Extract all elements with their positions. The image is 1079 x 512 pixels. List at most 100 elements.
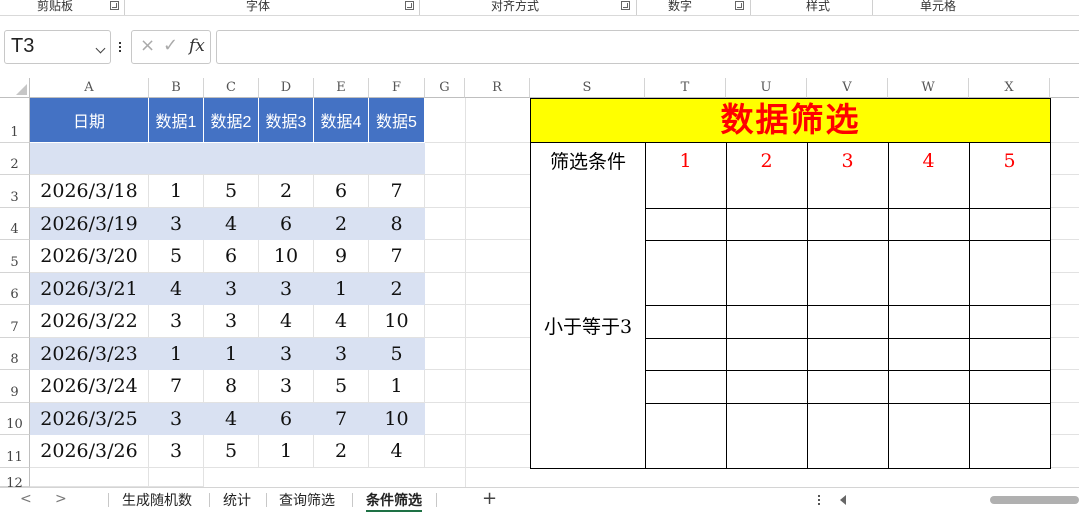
tab-statistics[interactable]: 统计	[223, 491, 251, 512]
chevron-down-icon[interactable]	[95, 43, 106, 54]
row-header-4[interactable]: 4	[0, 208, 30, 240]
cell-data4[interactable]: 7	[314, 403, 369, 435]
cell-data2[interactable]: 8	[204, 370, 259, 403]
cell-data2[interactable]: 5	[204, 175, 259, 208]
select-all-corner[interactable]	[0, 78, 30, 98]
cell-data5[interactable]: 4	[369, 435, 425, 468]
filter-number-2[interactable]: 2	[726, 150, 807, 172]
cell-data5[interactable]: 1	[369, 370, 425, 403]
column-header-g[interactable]: G	[425, 78, 465, 98]
cancel-icon[interactable]: ×	[140, 35, 155, 56]
cell-date[interactable]: 2026/3/26	[30, 435, 149, 468]
column-header-r[interactable]: R	[465, 78, 530, 98]
cell-data3[interactable]: 4	[259, 305, 314, 338]
cell-data1[interactable]: 3	[149, 208, 204, 240]
filter-title[interactable]: 数据筛选	[530, 98, 1051, 142]
column-header-a[interactable]: A	[30, 78, 149, 98]
filter-number-4[interactable]: 4	[888, 150, 969, 172]
insert-function-icon[interactable]: fx	[189, 36, 205, 56]
tab-splitter-icon[interactable]	[818, 495, 820, 507]
scroll-thumb[interactable]	[990, 496, 1079, 504]
cell-data4[interactable]: 2	[314, 435, 369, 468]
cell-data4[interactable]: 1	[314, 273, 369, 305]
row-header-11[interactable]: 11	[0, 435, 30, 468]
tab-condition-filter[interactable]: 条件筛选	[366, 491, 422, 512]
header-data1[interactable]: 数据1	[149, 98, 204, 143]
column-header-t[interactable]: T	[645, 78, 726, 98]
cell-data3[interactable]: 6	[259, 403, 314, 435]
column-header-v[interactable]: V	[807, 78, 888, 98]
scroll-left-icon[interactable]	[840, 495, 846, 505]
cell-data2[interactable]: 1	[204, 338, 259, 370]
cell-date[interactable]: 2026/3/18	[30, 175, 149, 208]
cell-data2[interactable]: 4	[204, 403, 259, 435]
empty-cell[interactable]	[30, 468, 149, 487]
cell-data3[interactable]: 3	[259, 273, 314, 305]
cell-data1[interactable]: 3	[149, 305, 204, 338]
filter-condition-value[interactable]: 小于等于3	[531, 312, 645, 339]
cell-data5[interactable]: 7	[369, 175, 425, 208]
cell-date[interactable]: 2026/3/24	[30, 370, 149, 403]
column-header-f[interactable]: F	[369, 78, 425, 98]
number-launcher-icon[interactable]	[735, 1, 744, 10]
cell-data3[interactable]: 3	[259, 370, 314, 403]
row-header-7[interactable]: 7	[0, 305, 30, 338]
cell-data5[interactable]: 5	[369, 338, 425, 370]
cell-data5[interactable]: 10	[369, 403, 425, 435]
filter-number-5[interactable]: 5	[969, 150, 1050, 172]
font-launcher-icon[interactable]	[405, 1, 414, 10]
filter-number-1[interactable]: 1	[645, 150, 726, 172]
cell-data3[interactable]: 6	[259, 208, 314, 240]
more-options-icon[interactable]	[119, 42, 122, 53]
row-header-10[interactable]: 10	[0, 403, 30, 435]
cell-date[interactable]: 2026/3/20	[30, 240, 149, 273]
row-header-8[interactable]: 8	[0, 338, 30, 370]
header-data4[interactable]: 数据4	[314, 98, 369, 143]
empty-cell[interactable]	[149, 468, 204, 487]
cell-data1[interactable]: 7	[149, 370, 204, 403]
cell-date[interactable]: 2026/3/21	[30, 273, 149, 305]
column-header-w[interactable]: W	[888, 78, 969, 98]
cell-date[interactable]: 2026/3/22	[30, 305, 149, 338]
cell-data3[interactable]: 2	[259, 175, 314, 208]
cell-data3[interactable]: 1	[259, 435, 314, 468]
column-header-c[interactable]: C	[204, 78, 259, 98]
row-header-6[interactable]: 6	[0, 273, 30, 305]
header-data2[interactable]: 数据2	[204, 98, 259, 143]
header-data3[interactable]: 数据3	[259, 98, 314, 143]
alignment-launcher-icon[interactable]	[621, 1, 630, 10]
cell-data4[interactable]: 5	[314, 370, 369, 403]
filter-condition-label[interactable]: 筛选条件	[531, 147, 645, 174]
header-date[interactable]: 日期	[30, 98, 149, 143]
row-header-2[interactable]: 2	[0, 143, 30, 175]
enter-icon[interactable]: ✓	[163, 35, 178, 56]
cell-data2[interactable]: 5	[204, 435, 259, 468]
cell-data2[interactable]: 4	[204, 208, 259, 240]
cell-data3[interactable]: 10	[259, 240, 314, 273]
cell-data1[interactable]: 1	[149, 175, 204, 208]
cell-data4[interactable]: 9	[314, 240, 369, 273]
row-header-9[interactable]: 9	[0, 370, 30, 403]
cell-date[interactable]: 2026/3/25	[30, 403, 149, 435]
tab-nav-next-icon[interactable]: >	[55, 491, 67, 507]
cell-data4[interactable]: 4	[314, 305, 369, 338]
add-sheet-icon[interactable]: +	[482, 488, 497, 509]
cell-data1[interactable]: 1	[149, 338, 204, 370]
cell-data1[interactable]: 4	[149, 273, 204, 305]
cell-data1[interactable]: 5	[149, 240, 204, 273]
cell-data2[interactable]: 3	[204, 273, 259, 305]
column-header-b[interactable]: B	[149, 78, 204, 98]
column-header-x[interactable]: X	[969, 78, 1050, 98]
tab-query-filter[interactable]: 查询筛选	[279, 491, 335, 512]
cell-data5[interactable]: 10	[369, 305, 425, 338]
column-header-u[interactable]: U	[726, 78, 807, 98]
cell-data5[interactable]: 2	[369, 273, 425, 305]
header-data5[interactable]: 数据5	[369, 98, 425, 143]
name-box[interactable]: T3	[4, 30, 111, 64]
column-header-s[interactable]: S	[530, 78, 645, 98]
cell-data2[interactable]: 3	[204, 305, 259, 338]
cell-data2[interactable]: 6	[204, 240, 259, 273]
cell-data1[interactable]: 3	[149, 435, 204, 468]
row-header-5[interactable]: 5	[0, 240, 30, 273]
filter-number-3[interactable]: 3	[807, 150, 888, 172]
